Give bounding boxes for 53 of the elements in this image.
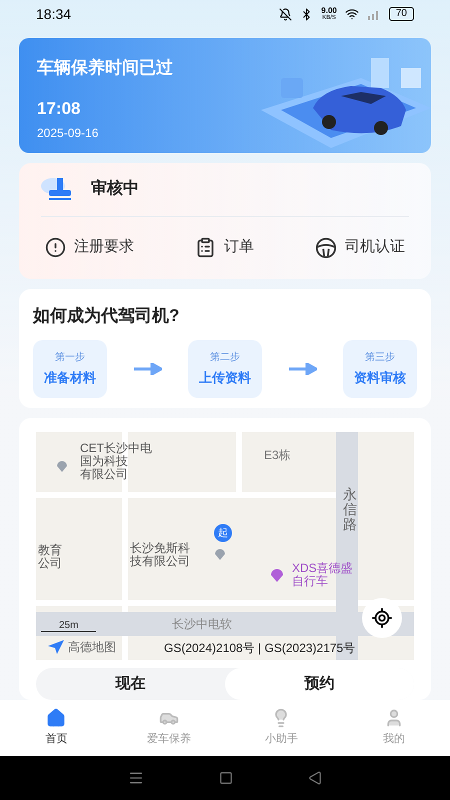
step-label: 准备材料 bbox=[44, 369, 96, 388]
home-icon bbox=[46, 708, 66, 728]
map-label: E3栋 bbox=[264, 447, 291, 464]
menu-icon[interactable] bbox=[128, 770, 144, 786]
mode-tab[interactable]: 预约 bbox=[225, 668, 414, 700]
arrow-icon bbox=[288, 363, 316, 375]
map-label: 技有限公司 bbox=[130, 555, 190, 568]
map-label: 教育 bbox=[38, 544, 62, 557]
back-icon[interactable] bbox=[308, 771, 322, 785]
map-label: CET长沙中电 bbox=[80, 442, 152, 455]
map-license: GS(2024)2108号 | GS(2023)2175号 bbox=[164, 640, 356, 657]
map-label: XDS喜德盛 bbox=[292, 562, 353, 575]
steps-title: 如何成为代驾司机? bbox=[33, 304, 180, 326]
review-action[interactable]: 注册要求 bbox=[45, 236, 134, 259]
map-pin-icon bbox=[56, 458, 68, 472]
map-label: 自行车 bbox=[292, 575, 328, 588]
review-status: 审核中 bbox=[91, 178, 139, 199]
alert-circle-icon bbox=[45, 237, 66, 258]
steering-wheel-icon bbox=[315, 236, 337, 258]
signal-icon bbox=[366, 8, 381, 20]
map-label: 有限公司 bbox=[80, 468, 128, 481]
banner-time: 17:08 bbox=[37, 98, 82, 120]
mode-tab[interactable]: 现在 bbox=[36, 668, 225, 700]
nav-tab[interactable]: 首页 bbox=[16, 708, 96, 748]
map-scale: 25m bbox=[41, 620, 96, 632]
home-square-icon[interactable] bbox=[218, 771, 233, 785]
review-action[interactable]: 订单 bbox=[195, 236, 254, 259]
step-label: 上传资料 bbox=[199, 369, 251, 388]
shop-pin-icon bbox=[270, 566, 284, 582]
status-time: 18:34 bbox=[36, 4, 72, 24]
road-label: 永信路 bbox=[343, 487, 357, 532]
map-label: 长沙中电软 bbox=[172, 618, 232, 631]
map-label: 公司 bbox=[38, 557, 62, 570]
map-label: 长沙免斯科 bbox=[130, 542, 190, 555]
map-pin-icon bbox=[214, 546, 226, 560]
step-label: 资料审核 bbox=[354, 369, 406, 388]
map-brand: 高德地图 bbox=[68, 639, 116, 656]
wifi-icon bbox=[344, 7, 359, 22]
start-marker: 起 bbox=[214, 524, 232, 542]
map-label: 国为科技 bbox=[80, 455, 128, 468]
clipboard-icon bbox=[195, 237, 216, 258]
banner-date: 2025-09-16 bbox=[37, 124, 100, 142]
step-number: 第二步 bbox=[210, 350, 240, 366]
locate-icon bbox=[371, 607, 393, 629]
banner-title: 车辆保养时间已过 bbox=[37, 56, 173, 78]
battery-indicator: 70 bbox=[388, 7, 414, 22]
network-speed: 9.00 bbox=[321, 7, 337, 16]
mute-icon bbox=[279, 8, 292, 21]
step-number: 第三步 bbox=[365, 350, 395, 366]
review-action[interactable]: 司机认证 bbox=[315, 236, 405, 259]
arrow-icon bbox=[134, 363, 162, 375]
map-logo-icon bbox=[48, 640, 64, 654]
step-number: 第一步 bbox=[55, 350, 85, 366]
